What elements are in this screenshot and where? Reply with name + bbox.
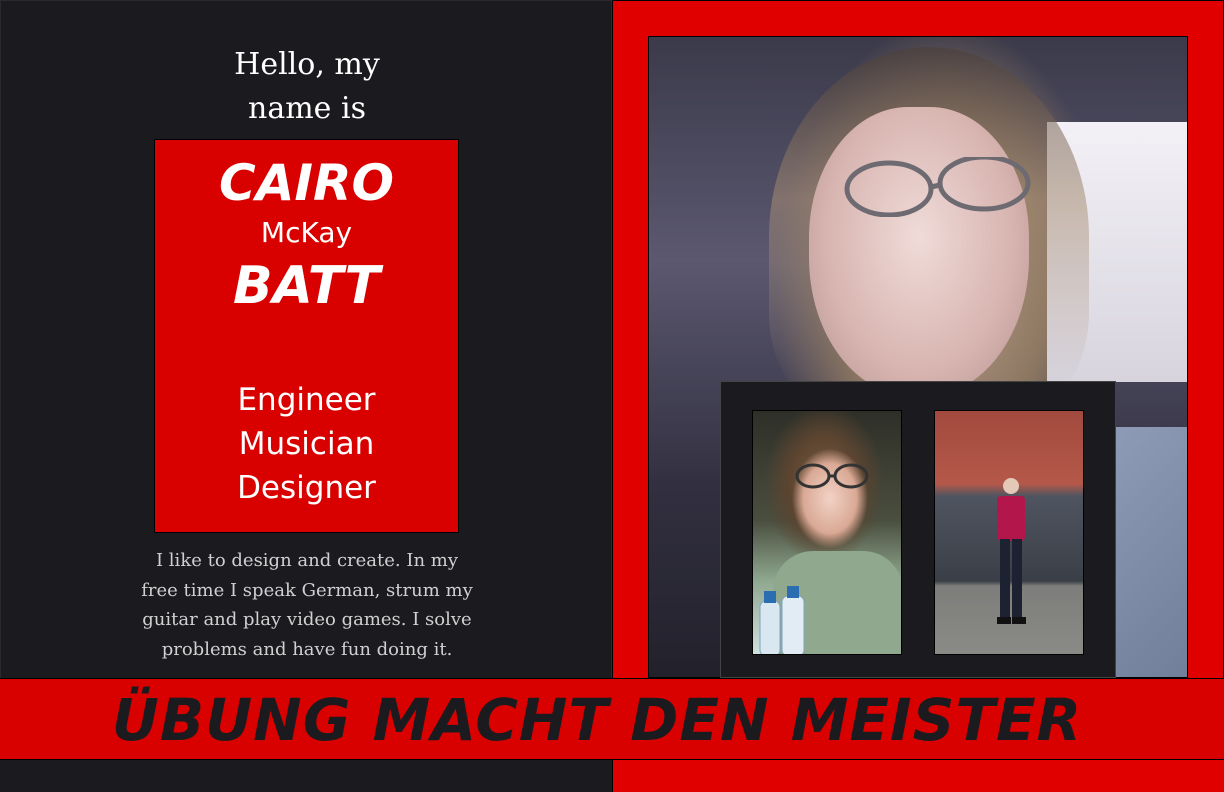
bio-text: I like to design and create. In my free … [111,546,503,664]
bio-line: problems and have fun doing it. [161,638,453,660]
greeting-line-2: name is [248,91,366,126]
glasses-icon [795,463,869,489]
portrait-face [809,107,1029,397]
middle-name: McKay [260,216,353,249]
left-panel: Hello, my name is CAIRO McKay BATT Engin… [0,0,612,792]
bottom-right-strip [612,760,1224,792]
glasses-icon [844,157,1031,217]
greeting-line-1: Hello, my [234,47,380,82]
motto-banner: ÜBUNG MACHT DEN MEISTER [0,678,1224,760]
standing-person-icon [997,478,1026,624]
standing-photo [934,410,1084,655]
roles-list: Engineer Musician Designer [155,378,458,510]
bio-line: guitar and play video games. I solve [142,609,472,630]
motto-text: ÜBUNG MACHT DEN MEISTER [111,686,1083,754]
role-engineer: Engineer [237,382,376,418]
last-name: BATT [232,256,381,316]
bio-line: free time I speak German, strum my [141,579,473,601]
greeting: Hello, my name is [1,43,613,131]
role-designer: Designer [237,470,376,506]
first-name: CAIRO [219,154,394,212]
bio-line: I like to design and create. In my [155,550,459,571]
bottles-icon [759,586,805,654]
smiling-photo [752,410,902,655]
bottom-left-strip [0,760,612,792]
role-musician: Musician [238,426,375,462]
name-card: CAIRO McKay BATT Engineer Musician Desig… [154,139,459,533]
